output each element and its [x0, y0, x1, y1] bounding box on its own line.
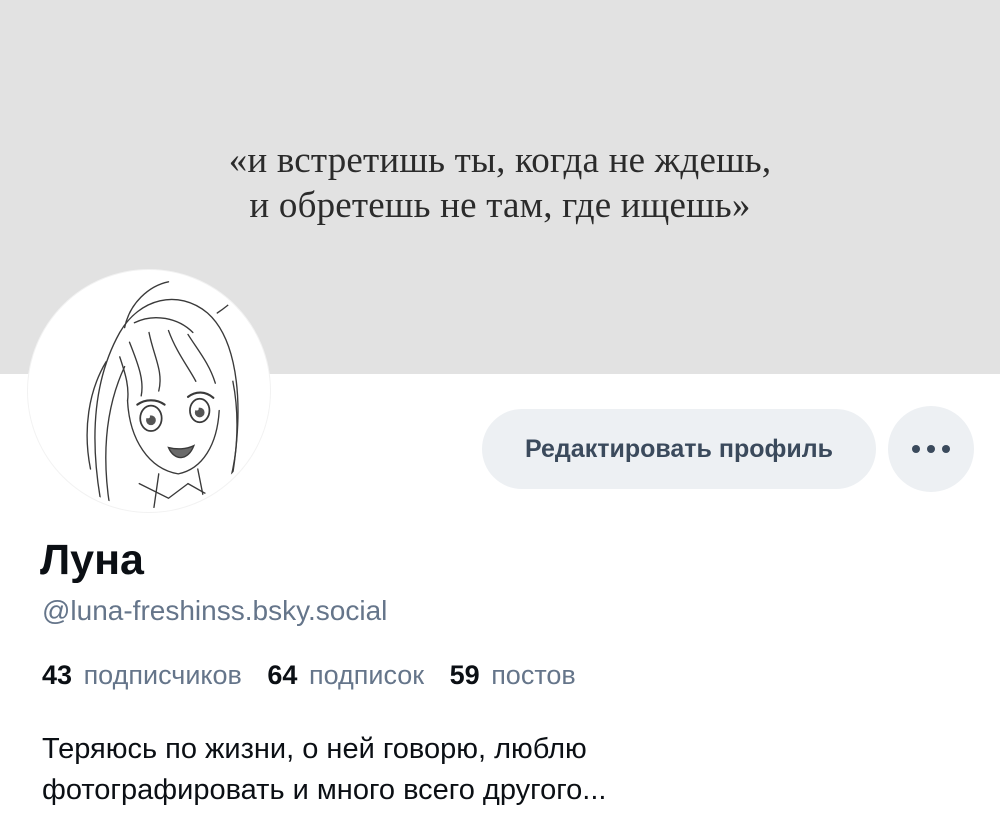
posts-count: 59: [449, 660, 480, 690]
profile-stats: 43 подписчиков 64 подписок 59 постов: [42, 656, 594, 694]
display-name: Луна: [40, 536, 144, 584]
bio-line-2: фотографировать и много всего другого...: [42, 774, 607, 806]
banner-quote: «и встретишь ты, когда не ждешь, и обрет…: [0, 138, 1000, 228]
bio-line-1: Теряюсь по жизни, о ней говорю, люблю: [42, 733, 587, 765]
banner-quote-line-1: «и встретишь ты, когда не ждешь,: [228, 140, 772, 181]
avatar-illustration: [32, 274, 266, 508]
banner-quote-line-2: и обретешь не там, где ищешь»: [249, 185, 751, 226]
following-label: подписок: [308, 660, 425, 690]
posts-label: постов: [491, 660, 576, 690]
profile-bio: Теряюсь по жизни, о ней говорю, люблю фо…: [42, 729, 762, 811]
posts-stat: 59 постов: [450, 660, 576, 690]
following-stat[interactable]: 64 подписок: [267, 660, 424, 690]
avatar[interactable]: [28, 270, 270, 512]
more-options-button[interactable]: [888, 406, 974, 492]
ellipsis-icon: [912, 445, 950, 453]
followers-count: 43: [42, 660, 73, 690]
followers-stat[interactable]: 43 подписчиков: [42, 660, 242, 690]
followers-label: подписчиков: [83, 660, 242, 690]
profile-handle: @luna-freshinss.bsky.social: [42, 595, 388, 626]
following-count: 64: [267, 660, 298, 690]
edit-profile-button[interactable]: Редактировать профиль: [482, 409, 876, 489]
